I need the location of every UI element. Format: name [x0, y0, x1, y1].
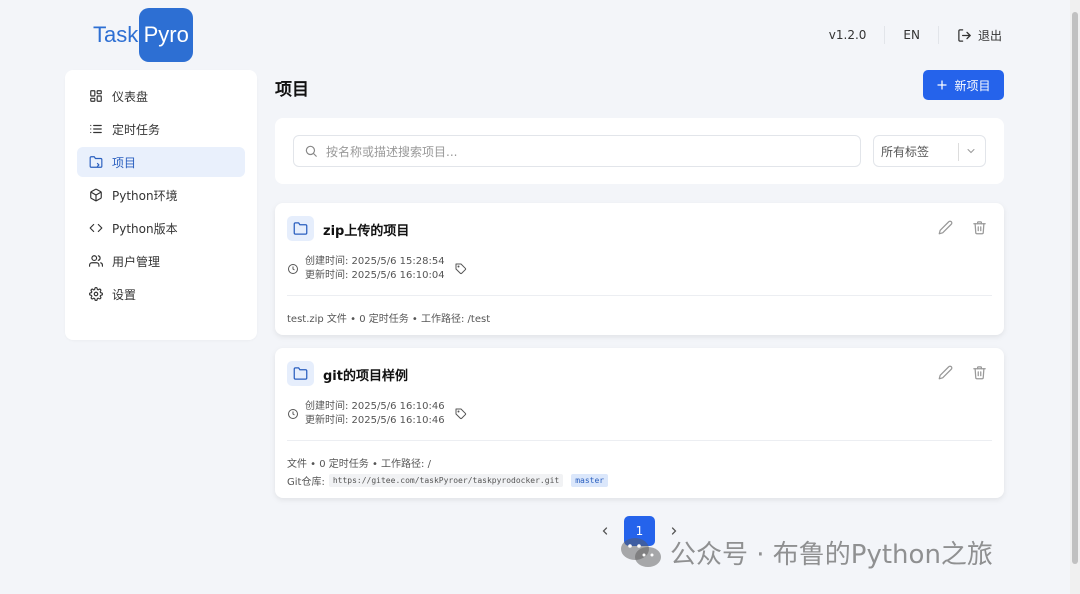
logo-text-pyro: Pyro — [139, 8, 194, 62]
search-panel: 按名称或描述搜索项目... 所有标签 — [275, 118, 1004, 184]
watermark: 公众号 · 布鲁的Python之旅 — [620, 534, 993, 571]
trash-icon[interactable] — [972, 365, 987, 380]
project-card[interactable]: zip上传的项目 创建时间: 2025/5/6 15:28:54 更新时间: 2… — [275, 203, 1004, 335]
logout-label: 退出 — [977, 28, 1002, 43]
project-folder-badge — [287, 216, 314, 241]
header-divider — [884, 26, 886, 44]
sidebar-item-label: 项目 — [112, 155, 137, 170]
sidebar-item-label: 仪表盘 — [112, 89, 149, 104]
dashboard-icon — [90, 90, 102, 102]
wechat-icon — [621, 537, 661, 567]
tag-icon[interactable] — [455, 263, 467, 275]
plus-icon — [937, 80, 948, 90]
vertical-scrollbar[interactable] — [1070, 0, 1080, 594]
chevron-left-icon — [602, 527, 608, 535]
search-icon — [305, 145, 317, 157]
clock-icon — [288, 264, 298, 274]
logo-text-task: Task — [93, 22, 139, 47]
logout-icon — [958, 28, 971, 42]
select-divider — [958, 143, 959, 161]
clock-icon — [288, 409, 298, 419]
edit-icon[interactable] — [938, 365, 953, 380]
sidebar-item-settings[interactable]: 设置 — [77, 279, 245, 309]
page-title: 项目 — [275, 80, 309, 100]
created-time: 创建时间: 2025/5/6 15:28:54 — [305, 256, 445, 267]
app-logo[interactable]: Task Pyro — [93, 8, 194, 62]
git-repo-label: Git仓库: — [287, 477, 325, 488]
git-repo-line: Git仓库: https://gitee.com/taskPyroer/task… — [287, 473, 609, 488]
folder-icon — [89, 156, 103, 168]
tag-icon[interactable] — [455, 408, 467, 420]
updated-time: 更新时间: 2025/5/6 16:10:46 — [305, 415, 445, 426]
sidebar-item-scheduled-tasks[interactable]: 定时任务 — [77, 114, 245, 144]
package-icon — [90, 188, 102, 202]
code-icon — [89, 223, 103, 233]
tag-filter-value: 所有标签 — [881, 144, 930, 159]
users-icon — [89, 255, 103, 267]
language-toggle[interactable]: EN — [903, 28, 920, 42]
sidebar-item-label: 定时任务 — [112, 122, 161, 137]
sidebar-item-users[interactable]: 用户管理 — [77, 246, 245, 276]
git-repo-url: https://gitee.com/taskPyroer/taskpyrodoc… — [328, 474, 564, 487]
sidebar-item-label: Python环境 — [112, 188, 178, 203]
project-meta: test.zip 文件 • 0 定时任务 • 工作路径: /test — [287, 314, 491, 325]
project-meta: 文件 • 0 定时任务 • 工作路径: / — [287, 459, 431, 470]
sidebar-item-python-env[interactable]: Python环境 — [77, 180, 245, 210]
sidebar: 仪表盘 定时任务 项目 Python环境 Python版本 用户管理 设置 — [65, 70, 257, 340]
sidebar-item-label: Python版本 — [112, 221, 178, 236]
card-divider — [287, 440, 992, 441]
tag-filter-select[interactable]: 所有标签 — [873, 135, 986, 167]
trash-icon[interactable] — [972, 220, 987, 235]
card-divider — [287, 295, 992, 296]
chevron-down-icon — [967, 149, 975, 154]
scrollbar-thumb[interactable] — [1072, 12, 1078, 564]
project-timestamps: 创建时间: 2025/5/6 16:10:46 更新时间: 2025/5/6 1… — [305, 400, 445, 428]
header-divider — [937, 26, 939, 44]
search-placeholder: 按名称或描述搜索项目... — [326, 144, 458, 159]
project-name[interactable]: zip上传的项目 — [323, 220, 409, 239]
prev-page-button[interactable] — [596, 516, 614, 546]
sidebar-item-python-version[interactable]: Python版本 — [77, 213, 245, 243]
project-timestamps: 创建时间: 2025/5/6 15:28:54 更新时间: 2025/5/6 1… — [305, 255, 445, 283]
sidebar-item-label: 用户管理 — [112, 254, 161, 269]
search-input[interactable]: 按名称或描述搜索项目... — [293, 135, 861, 167]
folder-icon — [293, 367, 308, 380]
new-project-label: 新项目 — [954, 78, 991, 93]
sidebar-item-dashboard[interactable]: 仪表盘 — [77, 81, 245, 111]
project-folder-badge — [287, 361, 314, 386]
logout-button[interactable]: 退出 — [957, 27, 1002, 44]
git-branch-badge: master — [571, 474, 609, 487]
gear-icon — [89, 287, 103, 301]
project-card[interactable]: git的项目样例 创建时间: 2025/5/6 16:10:46 更新时间: 2… — [275, 348, 1004, 498]
created-time: 创建时间: 2025/5/6 16:10:46 — [305, 401, 445, 412]
edit-icon[interactable] — [938, 220, 953, 235]
project-name[interactable]: git的项目样例 — [323, 365, 408, 384]
sidebar-item-projects[interactable]: 项目 — [77, 147, 245, 177]
header-actions: v1.2.0 EN 退出 — [829, 24, 1002, 46]
sidebar-item-label: 设置 — [112, 287, 137, 302]
version-label: v1.2.0 — [828, 28, 867, 42]
folder-icon — [293, 222, 308, 235]
watermark-text: 公众号 · 布鲁的Python之旅 — [670, 540, 993, 570]
updated-time: 更新时间: 2025/5/6 16:10:04 — [305, 270, 445, 281]
list-icon — [90, 124, 102, 134]
new-project-button[interactable]: 新项目 — [923, 70, 1004, 100]
